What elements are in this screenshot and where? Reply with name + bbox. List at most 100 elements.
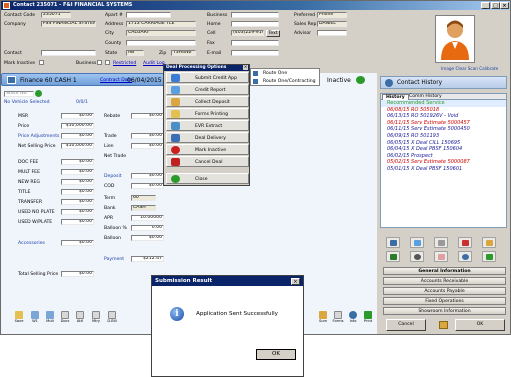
add-vehicle-icon[interactable]: [35, 90, 42, 97]
mark-inactive-checkbox[interactable]: [39, 60, 44, 65]
fee-field[interactable]: $0.00: [61, 169, 94, 175]
history-entry[interactable]: 06/08/15 RO 505018: [381, 107, 506, 114]
company-field[interactable]: FSS FINANCIAL SYSTEMS: [41, 21, 96, 27]
apt-field[interactable]: [126, 12, 171, 18]
history-action-icon[interactable]: [482, 251, 496, 262]
bank-select[interactable]: CASH: [131, 205, 156, 211]
business-phone-field[interactable]: [231, 12, 279, 18]
accessories-field[interactable]: $0.00: [61, 240, 94, 246]
payment-field[interactable]: $212.47: [131, 256, 164, 262]
email-field[interactable]: [231, 50, 279, 56]
history-entry[interactable]: 06/11/15 Serv Estimate 5000457: [381, 120, 506, 127]
preferred-select[interactable]: Phone: [317, 12, 347, 18]
menu-item-credit-report[interactable]: Credit Report: [166, 84, 249, 95]
accessories-label[interactable]: Accessories: [18, 241, 45, 246]
history-entry[interactable]: 06/11/15 Serv Estimate 5000450: [381, 126, 506, 133]
restricted-link[interactable]: Restricted: [113, 61, 136, 66]
history-action-icon[interactable]: [458, 251, 472, 262]
info-button[interactable]: Info: [347, 309, 359, 327]
menu-item-submit-credit-app[interactable]: Submit Credit App: [166, 72, 249, 83]
history-action-icon[interactable]: [482, 237, 496, 248]
fixed-operations-button[interactable]: Fixed Operations: [383, 297, 506, 305]
sales-rep-select[interactable]: DANIEL: [317, 21, 347, 27]
history-entry[interactable]: 06/13/15 RO 501926V - Void: [381, 113, 506, 120]
contact-field[interactable]: [41, 50, 96, 56]
menu-item-forms-printing[interactable]: Forms Printing: [166, 108, 249, 119]
cod-field[interactable]: $0.00: [131, 183, 164, 189]
city-field[interactable]: CALGARY: [126, 30, 196, 36]
contact-code-field[interactable]: 235071: [41, 12, 71, 18]
dialog-close-icon[interactable]: ×: [291, 278, 300, 285]
payment-label[interactable]: Payment: [104, 257, 124, 262]
image-links[interactable]: Image Clear Scan Calibrate: [441, 66, 498, 71]
apr-field[interactable]: 10.00000: [131, 215, 164, 221]
submenu-route-one-contracting[interactable]: Route One/Contracting: [263, 79, 316, 84]
cell-phone-field[interactable]: (403)229-9193: [231, 30, 264, 36]
price-field[interactable]: $10,000.00: [61, 143, 94, 149]
fee-field[interactable]: $0.00: [61, 219, 94, 225]
dbill-button[interactable]: D.Bill: [106, 309, 118, 327]
save-button[interactable]: Save: [13, 309, 25, 327]
history-action-icon[interactable]: [410, 251, 424, 262]
fax-field[interactable]: [231, 40, 279, 46]
state-field[interactable]: AB: [126, 50, 144, 56]
history-entry[interactable]: 05/01/15 X Deal PBSF 150601: [381, 166, 506, 173]
business-checkbox[interactable]: [97, 60, 102, 65]
history-action-icon[interactable]: [434, 237, 448, 248]
history-entry[interactable]: 06/04/15 X Deal PBSF 150604: [381, 146, 506, 153]
menu-close-icon[interactable]: ×: [243, 65, 248, 70]
folder-icon[interactable]: [439, 321, 448, 329]
maximize-button[interactable]: □: [491, 2, 500, 9]
term-select[interactable]: 60: [131, 195, 156, 201]
w1-button[interactable]: W1: [29, 309, 41, 327]
tab-comm-history[interactable]: Comm History: [406, 94, 445, 99]
menu-item-deal-delivery[interactable]: Deal Delivery: [166, 132, 249, 143]
stock-number-input[interactable]: Stock No.: [4, 91, 34, 97]
menu-item-close[interactable]: Close: [166, 173, 249, 184]
price-field[interactable]: $0.00: [61, 133, 94, 139]
advisor-select[interactable]: [317, 30, 347, 36]
showroom-information-button[interactable]: Showroom Information: [383, 307, 506, 315]
fee-field[interactable]: $0.00: [61, 209, 94, 215]
audit-log-link[interactable]: Audit Log: [143, 61, 165, 66]
history-action-icon[interactable]: [386, 237, 400, 248]
history-entry[interactable]: 06/02/15 Prospect: [381, 153, 506, 160]
balloon-pct-field[interactable]: 0.00: [131, 225, 164, 231]
history-action-icon[interactable]: [458, 237, 472, 248]
deposit-label[interactable]: Deposit: [104, 174, 122, 179]
attl-button[interactable]: Attl: [74, 309, 86, 327]
text-button[interactable]: Text: [266, 30, 280, 37]
history-entry[interactable]: Recommended Service: [381, 100, 506, 107]
docs-button[interactable]: Docs: [59, 309, 71, 327]
fee-field[interactable]: $0.00: [61, 159, 94, 165]
lien-field[interactable]: $0.00: [131, 143, 164, 149]
mult-button[interactable]: Mult: [44, 309, 56, 327]
balloon-field[interactable]: $0.00: [131, 235, 164, 241]
accounts-receivable-button[interactable]: Accounts Receivable: [383, 277, 506, 285]
price-field[interactable]: $10,000.00: [61, 123, 94, 129]
history-action-icon[interactable]: [410, 237, 424, 248]
minimize-button[interactable]: _: [481, 2, 490, 9]
forms-button[interactable]: Forms: [332, 309, 344, 327]
tab-history[interactable]: History: [382, 94, 409, 100]
avatar[interactable]: [435, 15, 475, 63]
history-entry[interactable]: 05/02/15 Serv Estimate 5000087: [381, 159, 506, 166]
menu-item-mark-inactive[interactable]: Mark Inactive: [166, 144, 249, 155]
general-information-button[interactable]: General Information: [383, 267, 506, 275]
menu-item-cancel-deal[interactable]: Cancel Deal: [166, 156, 249, 167]
deposit-field[interactable]: $0.00: [131, 173, 164, 179]
history-action-icon[interactable]: [434, 251, 448, 262]
history-entry[interactable]: 06/05/15 X Deal CILL 150695: [381, 140, 506, 147]
total-selling-price-field[interactable]: $0.00: [61, 271, 94, 277]
history-entry[interactable]: 06/09/15 RO 501193: [381, 133, 506, 140]
print-button[interactable]: Print: [362, 309, 374, 327]
cancel-button[interactable]: Cancel: [386, 319, 426, 331]
close-icon[interactable]: ×: [500, 2, 509, 9]
rebate-field[interactable]: $0.00: [131, 113, 164, 119]
price-field[interactable]: $0.00: [61, 113, 94, 119]
submenu-route-one[interactable]: Route One: [263, 71, 287, 76]
history-action-icon[interactable]: [386, 251, 400, 262]
fee-field[interactable]: $0.00: [61, 199, 94, 205]
home-phone-field[interactable]: [231, 21, 279, 27]
fee-field[interactable]: $0.00: [61, 189, 94, 195]
